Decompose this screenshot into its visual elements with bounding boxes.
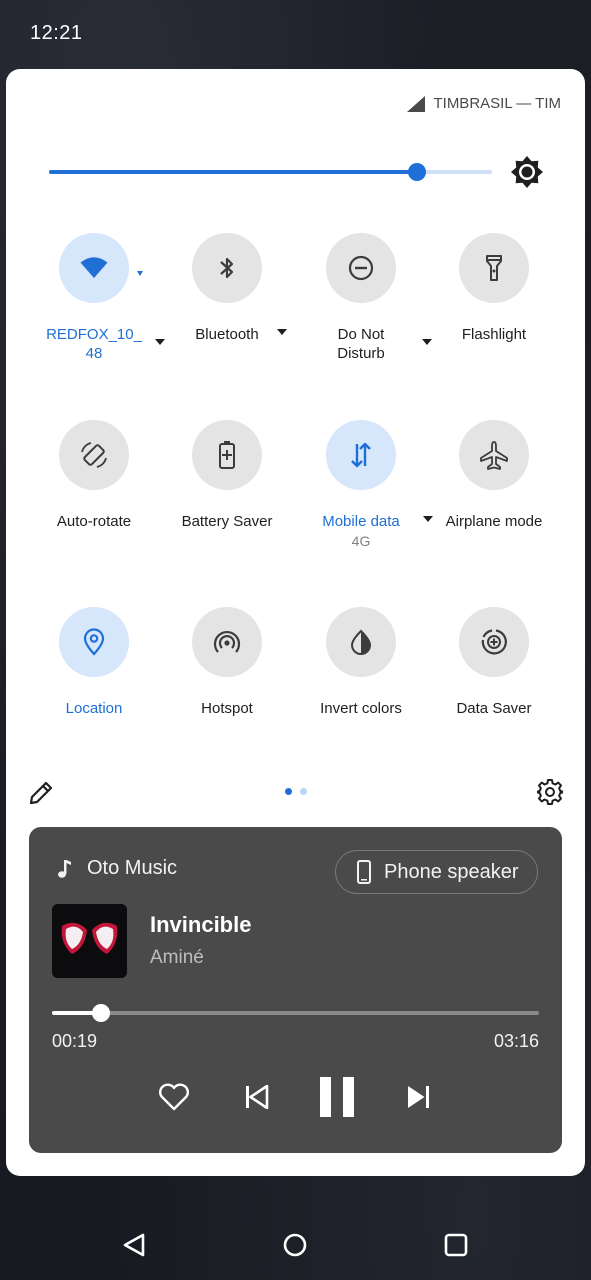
tile-battery-saver[interactable]: Battery Saver [162, 420, 292, 531]
tile-wifi-label: REDFOX_10_ 48 [46, 326, 142, 362]
media-player-card[interactable]: Oto Music Phone speaker Invincible Aminé [29, 827, 562, 1153]
back-triangle-icon [123, 1233, 145, 1257]
signal-strength-icon [407, 95, 426, 112]
skip-next-icon [408, 1086, 429, 1108]
tile-bluetooth[interactable]: Bluetooth [162, 233, 292, 344]
recents-button[interactable] [441, 1230, 471, 1260]
tile-data-saver-button[interactable] [459, 607, 529, 677]
bluetooth-dropdown-icon[interactable] [277, 329, 287, 335]
brightness-slider-thumb[interactable] [408, 163, 426, 181]
media-app-name: Oto Music [87, 857, 178, 879]
tile-hotspot[interactable]: Hotspot [162, 607, 292, 718]
tile-bluetooth-label: Bluetooth [195, 326, 259, 343]
tile-airplane-mode[interactable]: Airplane mode [429, 420, 559, 531]
tile-data-saver-label: Data Saver [456, 700, 532, 717]
pause-icon [320, 1077, 354, 1117]
tile-wifi[interactable]: REDFOX_10_ 48 [29, 233, 165, 363]
tile-flashlight-button[interactable] [459, 233, 529, 303]
wifi-expand-icon[interactable] [137, 271, 143, 276]
battery-saver-icon [219, 441, 235, 469]
edit-pencil-icon[interactable] [28, 780, 54, 806]
tile-do-not-disturb[interactable]: Do Not Disturb [296, 233, 432, 363]
auto-rotate-icon [81, 442, 107, 468]
bluetooth-icon [220, 257, 234, 279]
tile-auto-rotate-button[interactable] [59, 420, 129, 490]
location-icon [83, 628, 105, 656]
tile-location[interactable]: Location [29, 607, 159, 718]
tile-auto-rotate[interactable]: Auto-rotate [29, 420, 159, 531]
invert-colors-icon [350, 629, 372, 655]
skip-previous-icon [246, 1085, 269, 1109]
flashlight-icon [486, 255, 502, 281]
heart-icon [159, 1083, 189, 1111]
tile-do-not-disturb-button[interactable] [326, 233, 396, 303]
pause-button[interactable] [313, 1070, 361, 1124]
page-dot-2 [300, 788, 307, 795]
tile-airplane-mode-label: Airplane mode [445, 513, 543, 530]
media-seekbar[interactable] [52, 1004, 539, 1022]
navigation-bar [0, 1200, 591, 1280]
like-button[interactable] [156, 1079, 192, 1115]
back-button[interactable] [119, 1230, 149, 1260]
elapsed-time: 00:19 [52, 1031, 98, 1051]
album-art-image [52, 904, 127, 978]
brightness-auto-icon[interactable] [510, 155, 544, 189]
hotspot-icon [213, 630, 241, 653]
output-device-button[interactable]: Phone speaker [335, 850, 538, 894]
data-saver-icon [481, 629, 507, 655]
home-button[interactable] [280, 1230, 310, 1260]
output-device-label: Phone speaker [384, 860, 519, 883]
track-title: Invincible [150, 912, 252, 937]
phone-icon [357, 860, 371, 884]
tile-do-not-disturb-label: Do Not Disturb [337, 326, 385, 362]
tile-hotspot-label: Hotspot [201, 700, 253, 717]
track-artist: Aminé [150, 947, 204, 968]
recents-square-icon [444, 1233, 468, 1257]
gear-icon[interactable] [537, 779, 563, 805]
tile-invert-colors-button[interactable] [326, 607, 396, 677]
tile-flashlight[interactable]: Flashlight [429, 233, 559, 344]
tile-mobile-data-network: 4G [351, 533, 371, 549]
brightness-slider-fill [49, 170, 417, 174]
next-track-button[interactable] [400, 1079, 436, 1115]
status-bar-time: 12:21 [30, 22, 83, 44]
tile-location-button[interactable] [59, 607, 129, 677]
tile-mobile-data-label: Mobile data [322, 513, 400, 530]
tile-flashlight-label: Flashlight [461, 326, 527, 343]
brightness-slider[interactable] [49, 163, 492, 181]
airplane-icon [480, 441, 508, 470]
media-app-header[interactable]: Oto Music [57, 857, 177, 880]
home-circle-icon [283, 1233, 307, 1257]
tile-mobile-data-button[interactable] [326, 420, 396, 490]
album-art [52, 904, 127, 978]
carrier-name: TIMBRASIL — TIM [433, 95, 561, 112]
tile-airplane-mode-button[interactable] [459, 420, 529, 490]
tile-battery-saver-label: Battery Saver [181, 513, 273, 530]
tile-invert-colors[interactable]: Invert colors [296, 607, 426, 718]
tile-battery-saver-button[interactable] [192, 420, 262, 490]
tile-data-saver[interactable]: Data Saver [429, 607, 559, 718]
page-dot-1 [285, 788, 292, 795]
tile-location-label: Location [65, 700, 123, 717]
do-not-disturb-icon [348, 255, 374, 281]
tile-wifi-button[interactable] [59, 233, 129, 303]
carrier-info: TIMBRASIL — TIM [407, 95, 561, 112]
quick-settings-panel: TIMBRASIL — TIM REDFOX_10_ 48 Bluetooth [6, 69, 585, 1176]
wifi-icon [80, 257, 108, 278]
tile-mobile-data[interactable]: Mobile data 4G [296, 420, 433, 551]
page-indicator [285, 788, 307, 795]
tile-bluetooth-button[interactable] [192, 233, 262, 303]
tile-auto-rotate-label: Auto-rotate [56, 513, 132, 530]
mobile-data-icon [351, 442, 371, 468]
tile-invert-colors-label: Invert colors [320, 700, 402, 717]
total-duration: 03:16 [493, 1031, 539, 1051]
media-seekbar-thumb[interactable] [92, 1004, 110, 1022]
tile-hotspot-button[interactable] [192, 607, 262, 677]
previous-track-button[interactable] [239, 1079, 275, 1115]
music-note-icon [58, 859, 71, 878]
